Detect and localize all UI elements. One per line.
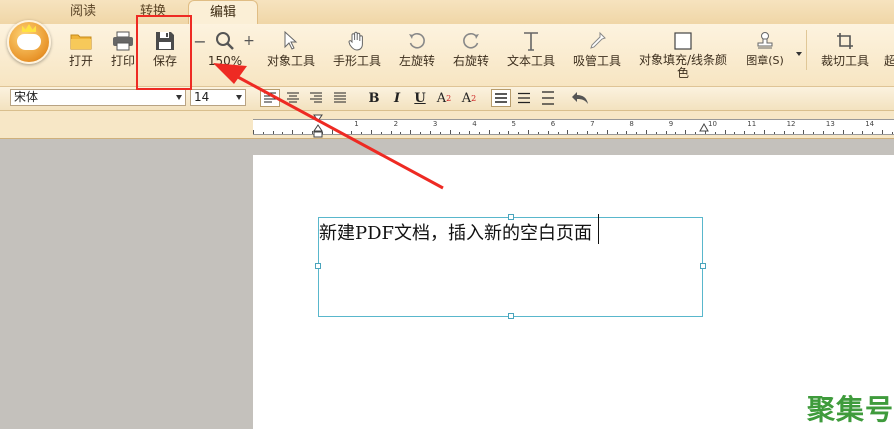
watermark: 聚集号 — [806, 393, 894, 426]
annotation-arrow-icon — [213, 63, 444, 190]
